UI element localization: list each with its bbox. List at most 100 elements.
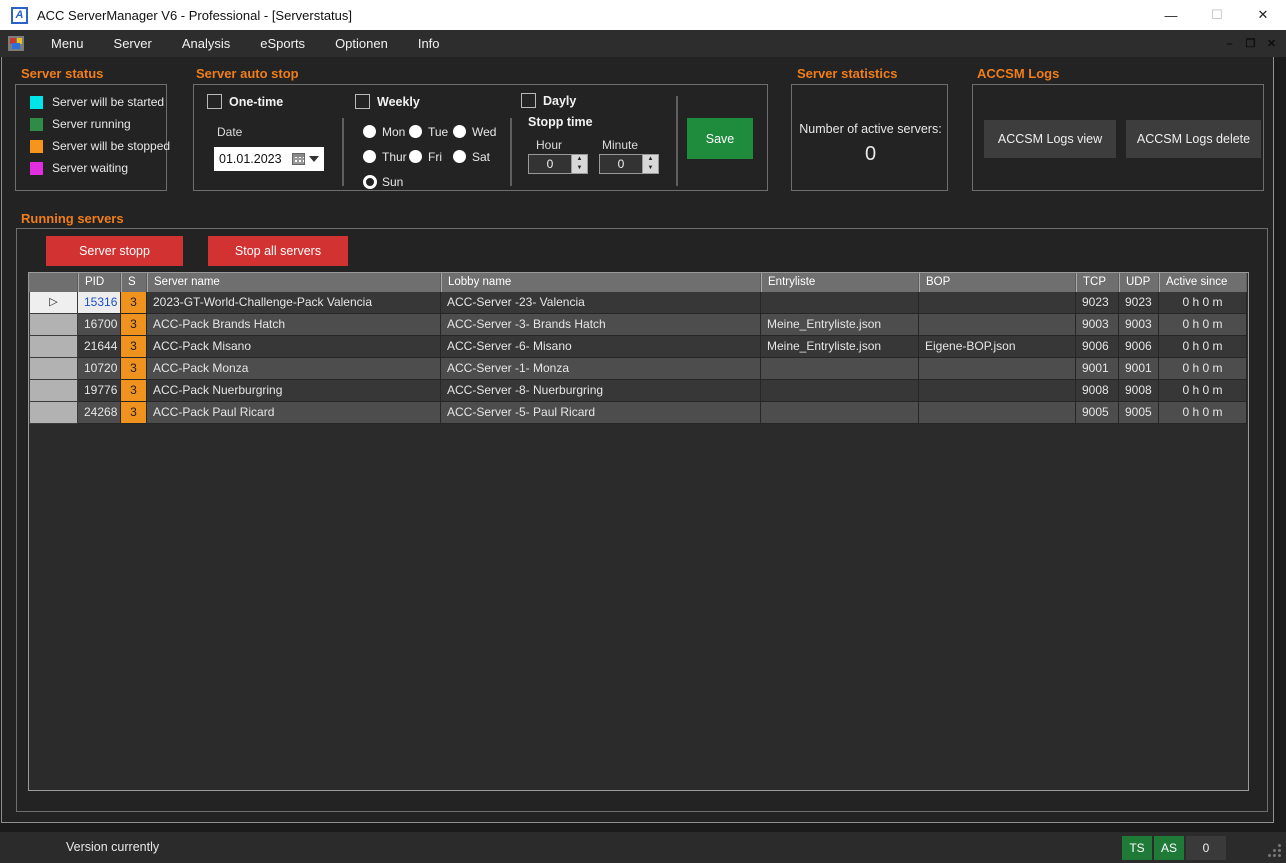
resize-grip[interactable] [1268,844,1282,858]
legend-label: Server waiting [52,161,129,175]
cell-status: 3 [121,292,147,314]
table-header-pid[interactable]: PID [78,273,121,292]
dayly-checkbox[interactable] [521,93,536,108]
one-time-checkbox[interactable] [207,94,222,109]
minute-value[interactable]: 0 [599,154,643,174]
menu-item-server[interactable]: Server [99,30,167,57]
close-button[interactable]: ✕ [1240,0,1286,30]
row-selector[interactable] [29,314,78,336]
cell-server-name: ACC-Pack Paul Ricard [147,402,441,424]
mdi-minimize-button[interactable]: – [1219,38,1240,50]
table-row[interactable]: ▷ 15316 3 2023-GT-World-Challenge-Pack Vale… [29,292,1248,314]
minute-spin-buttons[interactable]: ▲ ▼ [643,154,659,174]
cell-entryliste [761,358,919,380]
radio-label-tue: Tue [428,125,449,139]
radio-mon[interactable] [363,125,376,138]
legend-item: Server will be started [30,95,164,109]
radio-fri[interactable] [409,150,422,163]
save-button[interactable]: Save [687,118,753,159]
stop-all-servers-button[interactable]: Stop all servers [208,236,348,266]
radio-sun[interactable] [363,175,377,189]
accsm-logs-delete-button[interactable]: ACCSM Logs delete [1126,120,1261,158]
mdi-restore-button[interactable]: ❐ [1240,37,1261,50]
accsm-logs-box: ACCSM Logs view ACCSM Logs delete [972,84,1264,191]
cell-bop [919,314,1076,336]
cell-bop [919,292,1076,314]
cell-pid: 24268 [78,402,121,424]
mdi-close-button[interactable]: ✕ [1261,37,1282,50]
radio-tue[interactable] [409,125,422,138]
cell-server-name: ACC-Pack Misano [147,336,441,358]
table-header-lobby-name[interactable]: Lobby name [441,273,761,292]
cell-server-name: 2023-GT-World-Challenge-Pack Valencia [147,292,441,314]
table-row[interactable]: 10720 3 ACC-Pack Monza ACC-Server -1- Monza… [29,358,1248,380]
app-window: A ACC ServerManager V6 - Professional - … [0,0,1286,863]
hour-stepper[interactable]: 0 ▲ ▼ [528,154,588,174]
menu-item-analysis[interactable]: Analysis [167,30,245,57]
cell-active-since: 0 h 0 m [1159,402,1247,424]
hour-value[interactable]: 0 [528,154,572,174]
radio-sat[interactable] [453,150,466,163]
cell-lobby-name: ACC-Server -23- Valencia [441,292,761,314]
chevron-down-icon[interactable] [309,156,319,162]
row-selector[interactable]: ▷ [29,292,78,314]
maximize-button[interactable]: ☐ [1194,0,1240,30]
menu-item-optionen[interactable]: Optionen [320,30,403,57]
cell-lobby-name: ACC-Server -5- Paul Ricard [441,402,761,424]
cell-status: 3 [121,402,147,424]
mdi-child-icon [8,36,24,51]
active-servers-count: 0 [864,143,877,165]
accsm-logs-view-button[interactable]: ACCSM Logs view [984,120,1116,158]
cell-pid: 16700 [78,314,121,336]
cell-status: 3 [121,358,147,380]
row-selector[interactable] [29,402,78,424]
table-header-server-name[interactable]: Server name [147,273,441,292]
stopp-time-label: Stopp time [528,115,593,129]
servers-table[interactable]: PID S Server name Lobby name Entryliste BOP TC… [28,272,1249,791]
table-header-active-since[interactable]: Active since [1159,273,1247,292]
server-auto-stop-title: Server auto stop [196,66,299,81]
cell-bop [919,402,1076,424]
server-status-box: Server will be started Server running Serv… [15,84,170,191]
row-selector[interactable] [29,358,78,380]
radio-label-thur: Thur [382,150,407,164]
table-row[interactable]: 24268 3 ACC-Pack Paul Ricard ACC-Server -5-… [29,402,1248,424]
table-row[interactable]: 16700 3 ACC-Pack Brands Hatch ACC-Server -3… [29,314,1248,336]
row-selector[interactable] [29,380,78,402]
menu-item-menu[interactable]: Menu [36,30,99,57]
cell-active-since: 0 h 0 m [1159,336,1247,358]
table-row[interactable]: 21644 3 ACC-Pack Misano ACC-Server -6- Misa… [29,336,1248,358]
table-row[interactable]: 19776 3 ACC-Pack Nuerburgring ACC-Server -8… [29,380,1248,402]
table-header-entryliste[interactable]: Entryliste [761,273,919,292]
one-time-label: One-time [229,95,284,109]
table-header-udp[interactable]: UDP [1119,273,1159,292]
legend-label: Server will be started [52,95,165,109]
radio-label-sat: Sat [472,150,491,164]
cell-tcp: 9006 [1076,336,1119,358]
cell-tcp: 9005 [1076,402,1119,424]
table-header-bop[interactable]: BOP [919,273,1076,292]
menu-item-esports[interactable]: eSports [245,30,320,57]
hour-spin-buttons[interactable]: ▲ ▼ [572,154,588,174]
legend-color-swatch [30,95,43,109]
legend-item: Server running [30,117,131,131]
server-stop-button[interactable]: Server stopp [46,236,183,266]
ts-badge: TS [1122,836,1152,860]
status-count: 0 [1186,836,1226,860]
menu-item-info[interactable]: Info [403,30,455,57]
weekly-checkbox[interactable] [355,94,370,109]
cell-bop [919,358,1076,380]
table-header-s[interactable]: S [121,273,147,292]
app-icon: A [11,6,28,24]
table-header-tcp[interactable]: TCP [1076,273,1119,292]
minute-stepper[interactable]: 0 ▲ ▼ [599,154,659,174]
radio-thur[interactable] [363,150,376,163]
date-picker[interactable]: 01.01.2023 [214,147,324,171]
legend-item: Server waiting [30,161,128,175]
minimize-button[interactable]: — [1148,0,1194,30]
weekly-label: Weekly [377,95,420,109]
row-selector[interactable] [29,336,78,358]
as-badge: AS [1154,836,1184,860]
radio-wed[interactable] [453,125,466,138]
cell-pid: 21644 [78,336,121,358]
